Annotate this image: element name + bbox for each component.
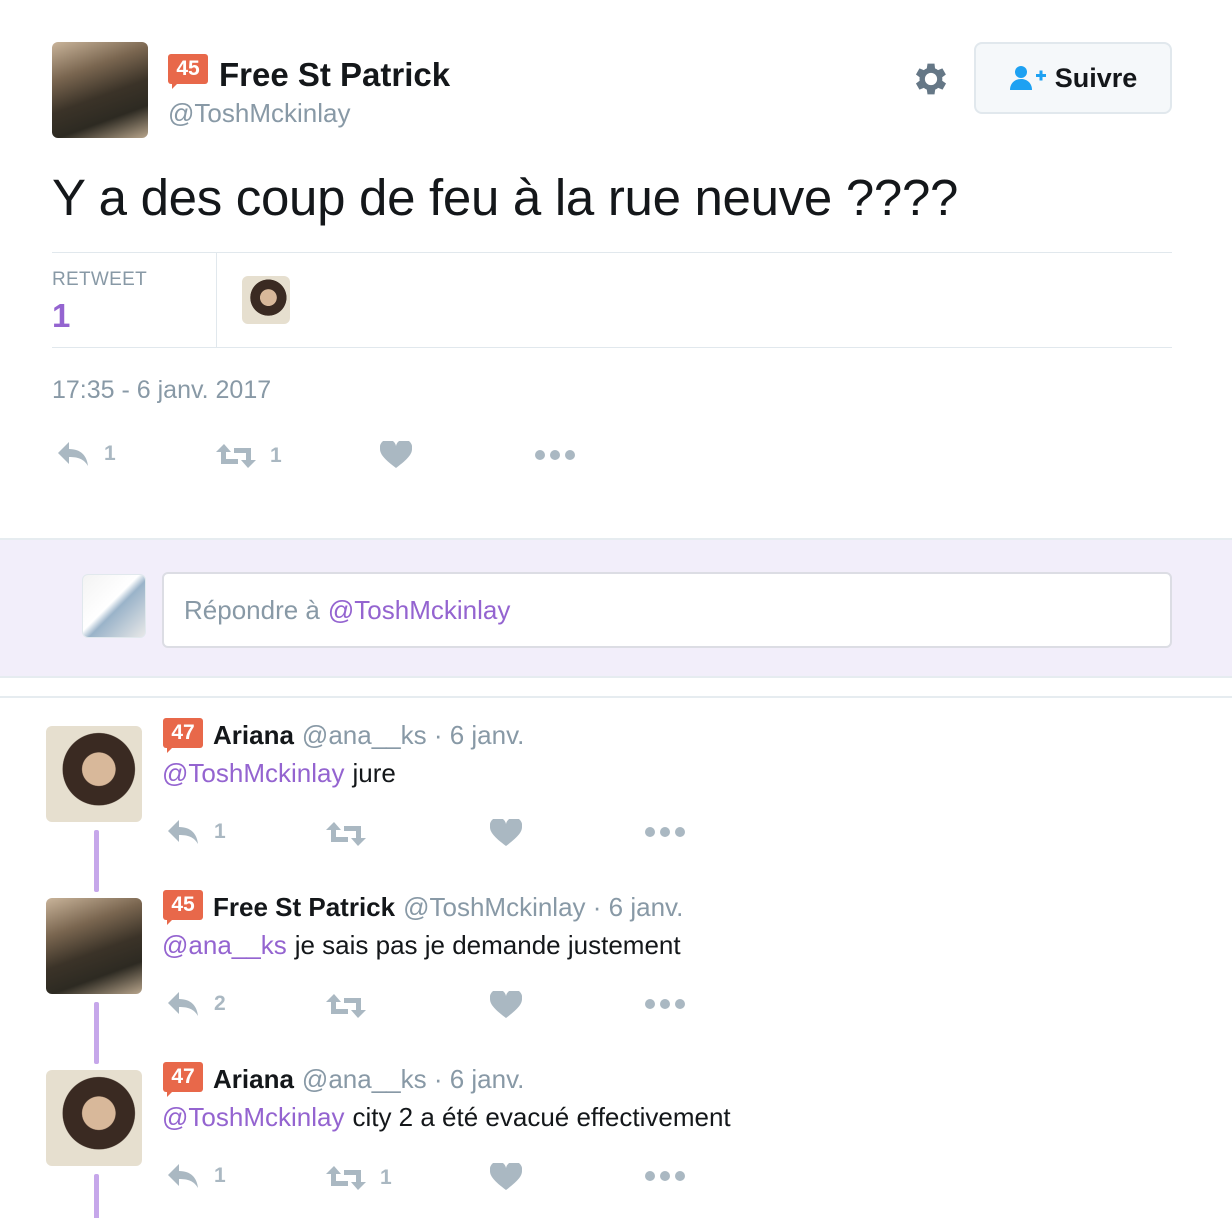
more-icon	[645, 999, 685, 1009]
retweet-icon	[326, 994, 366, 1018]
reply-action[interactable]: 2	[166, 990, 226, 1018]
reply-count: 2	[214, 992, 226, 1015]
reply-placeholder-mention: @ToshMckinlay	[327, 594, 511, 625]
reply-mention[interactable]: @ToshMckinlay	[162, 1102, 344, 1132]
heart-icon	[490, 991, 522, 1018]
reply-icon	[168, 820, 198, 844]
retweet-icon	[326, 1166, 366, 1190]
reply-text: @ana__ks je sais pas je demande justement	[162, 930, 681, 961]
reply-tweet[interactable]: 45 Free St Patrick @ToshMckinlay · 6 janv…	[0, 870, 1232, 1064]
reply-body: jure	[352, 758, 396, 788]
retweet-action[interactable]: 1	[216, 442, 282, 470]
reply-tweet[interactable]: 47 Ariana @ana__ks · 6 janv. @ToshMckinla…	[0, 1042, 1232, 1218]
more-action[interactable]	[534, 449, 576, 461]
score-badge: 47	[163, 718, 203, 753]
reply-action[interactable]: 1	[166, 1162, 226, 1190]
reply-body: je sais pas je demande justement	[294, 930, 681, 960]
reply-input[interactable]: Répondre à @ToshMckinlay	[162, 572, 1172, 648]
more-action[interactable]	[644, 1170, 686, 1182]
main-tweet: 45 Free St Patrick @ToshMckinlay Suivre …	[0, 0, 1232, 538]
reply-count: 1	[214, 820, 226, 843]
reply-avatar[interactable]	[46, 726, 142, 822]
tweet-text: Y a des coup de feu à la rue neuve ????	[52, 169, 959, 226]
author-avatar[interactable]	[52, 42, 148, 138]
follow-button[interactable]: Suivre	[974, 42, 1172, 114]
reply-body: city 2 a été evacué effectivement	[352, 1102, 731, 1132]
more-icon	[535, 450, 575, 460]
reply-meta[interactable]: @ToshMckinlay · 6 janv.	[403, 892, 683, 922]
reply-action[interactable]: 1	[166, 818, 226, 846]
retweet-action[interactable]	[326, 820, 380, 848]
retweet-stat-label[interactable]: RETWEET	[52, 269, 147, 291]
reply-author-name[interactable]: Free St Patrick	[213, 892, 395, 922]
retweet-stat-count[interactable]: 1	[52, 297, 70, 335]
reply-icon	[58, 442, 88, 466]
add-user-icon	[1009, 66, 1046, 90]
reply-count: 1	[104, 442, 116, 465]
reply-avatar[interactable]	[46, 898, 142, 994]
tweet-stats: RETWEET 1	[52, 252, 1172, 348]
retweet-count: 1	[380, 1166, 392, 1189]
tweet-timestamp[interactable]: 17:35 - 6 janv. 2017	[52, 376, 271, 405]
retweet-icon	[326, 822, 366, 846]
current-user-avatar	[82, 574, 146, 638]
reply-tweet[interactable]: 47 Ariana @ana__ks · 6 janv. @ToshMckinla…	[0, 698, 1232, 892]
heart-icon	[380, 441, 412, 468]
retweeter-avatar[interactable]	[242, 276, 290, 324]
reply-author-name[interactable]: Ariana	[213, 1064, 294, 1094]
reply-icon	[168, 992, 198, 1016]
reply-avatar[interactable]	[46, 1070, 142, 1166]
gear-icon[interactable]	[910, 58, 952, 100]
score-badge: 45	[168, 54, 208, 89]
author-name[interactable]: Free St Patrick	[219, 56, 450, 94]
stats-divider	[216, 253, 217, 347]
author-handle[interactable]: @ToshMckinlay	[168, 98, 350, 129]
reply-header: Free St Patrick @ToshMckinlay · 6 janv.	[213, 892, 683, 923]
reply-mention[interactable]: @ToshMckinlay	[162, 758, 344, 788]
score-badge: 47	[163, 1062, 203, 1097]
like-action[interactable]	[490, 1163, 522, 1191]
reply-text: @ToshMckinlay city 2 a été evacué effecti…	[162, 1102, 731, 1133]
retweet-action[interactable]: 1	[326, 1164, 392, 1192]
like-action[interactable]	[380, 441, 412, 469]
reply-composer: Répondre à @ToshMckinlay	[0, 538, 1232, 678]
follow-label: Suivre	[1054, 62, 1138, 93]
more-icon	[645, 827, 685, 837]
retweet-action[interactable]	[326, 992, 380, 1020]
retweet-count: 1	[270, 444, 282, 467]
reply-header: Ariana @ana__ks · 6 janv.	[213, 1064, 524, 1095]
reply-meta[interactable]: @ana__ks · 6 janv.	[302, 720, 524, 750]
more-icon	[645, 1171, 685, 1181]
score-badge: 45	[163, 890, 203, 925]
retweet-icon	[216, 444, 256, 468]
reply-action[interactable]: 1	[56, 440, 116, 468]
reply-placeholder-prefix: Répondre à	[184, 594, 320, 625]
reply-author-name[interactable]: Ariana	[213, 720, 294, 750]
reply-meta[interactable]: @ana__ks · 6 janv.	[302, 1064, 524, 1094]
like-action[interactable]	[490, 991, 522, 1019]
reply-count: 1	[214, 1164, 226, 1187]
heart-icon	[490, 1163, 522, 1190]
thread-line	[94, 1174, 99, 1218]
more-action[interactable]	[644, 998, 686, 1010]
reply-header: Ariana @ana__ks · 6 janv.	[213, 720, 524, 751]
reply-text: @ToshMckinlay jure	[162, 758, 396, 789]
like-action[interactable]	[490, 819, 522, 847]
reply-mention[interactable]: @ana__ks	[162, 930, 287, 960]
more-action[interactable]	[644, 826, 686, 838]
heart-icon	[490, 819, 522, 846]
reply-icon	[168, 1164, 198, 1188]
